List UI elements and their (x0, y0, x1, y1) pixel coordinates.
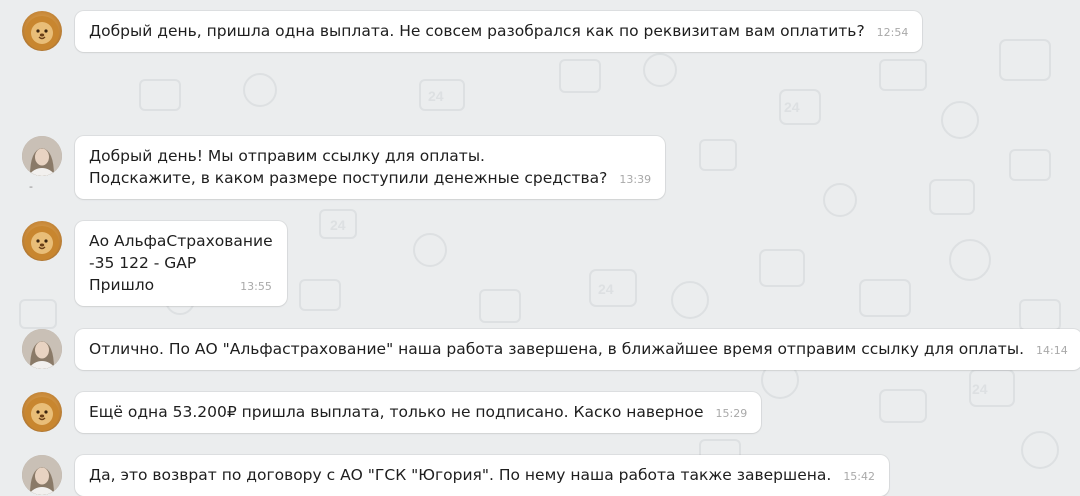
woman-avatar[interactable] (22, 136, 62, 176)
lion-avatar[interactable] (22, 221, 62, 261)
svg-text:24: 24 (330, 217, 346, 233)
lion-avatar[interactable] (22, 11, 62, 51)
message-row: Ещё одна 53.200₽ пришла выплата, только … (22, 392, 762, 433)
woman-avatar[interactable] (22, 329, 62, 369)
svg-text:24: 24 (972, 381, 988, 397)
message-row: Отлично. По АО "Альфастрахование" наша р… (22, 329, 1080, 370)
message-text: Ещё одна 53.200₽ пришла выплата, только … (89, 403, 704, 421)
message-time: 12:54 (876, 26, 909, 39)
lion-avatar[interactable] (22, 392, 62, 432)
message-text: Подскажите, в каком размере поступили де… (89, 169, 608, 187)
message-time: 13:39 (619, 173, 652, 186)
svg-text:24: 24 (428, 88, 444, 104)
message-row: Ао АльфаСтрахование -35 122 - GAP Пришло… (22, 221, 287, 306)
message-text: Отлично. По АО "Альфастрахование" наша р… (89, 340, 1024, 358)
message-text: Добрый день, пришла одна выплата. Не сов… (89, 22, 865, 40)
message-bubble[interactable]: Да, это возврат по договору с АО "ГСК "Ю… (75, 455, 890, 496)
message-bubble[interactable]: Ещё одна 53.200₽ пришла выплата, только … (75, 392, 762, 433)
message-text: Добрый день! Мы отправим ссылку для опла… (89, 147, 485, 165)
avatar-caption: - (29, 180, 33, 193)
svg-text:24: 24 (784, 99, 800, 115)
message-time: 15:29 (715, 407, 748, 420)
message-bubble[interactable]: Добрый день, пришла одна выплата. Не сов… (75, 11, 923, 52)
message-time: 13:55 (240, 280, 272, 293)
message-time: 15:42 (843, 470, 876, 483)
message-text: Ао АльфаСтрахование (89, 232, 273, 250)
svg-text:24: 24 (598, 281, 614, 297)
message-row: Да, это возврат по договору с АО "ГСК "Ю… (22, 455, 890, 496)
message-row: - Добрый день! Мы отправим ссылку для оп… (22, 136, 666, 199)
message-bubble[interactable]: Отлично. По АО "Альфастрахование" наша р… (75, 329, 1080, 370)
message-time: 14:14 (1036, 344, 1068, 357)
message-text: -35 122 - GAP (89, 254, 197, 272)
message-text: Пришло (89, 276, 155, 294)
message-bubble[interactable]: Добрый день! Мы отправим ссылку для опла… (75, 136, 666, 199)
woman-avatar[interactable] (22, 455, 62, 495)
message-bubble[interactable]: Ао АльфаСтрахование -35 122 - GAP Пришло… (75, 221, 287, 306)
message-row: Добрый день, пришла одна выплата. Не сов… (22, 11, 923, 52)
message-text: Да, это возврат по договору с АО "ГСК "Ю… (89, 466, 832, 484)
